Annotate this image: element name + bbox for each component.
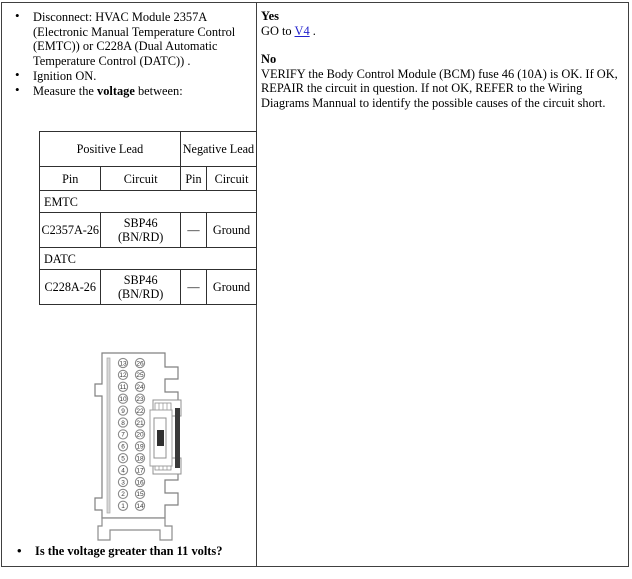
table-row: C228A-26 SBP46 (BN/RD) — Ground <box>38 269 257 305</box>
table-header-negative-lead: Negative Lead <box>179 131 258 167</box>
cell-positive-pin: C228A-26 <box>38 269 102 305</box>
list-item: Disconnect: HVAC Module 2357A (Electroni… <box>15 9 250 68</box>
pin-number-9: 9 <box>121 408 125 415</box>
yes-suffix: . <box>309 23 316 38</box>
test-step-list: Disconnect: HVAC Module 2357A (Electroni… <box>2 3 256 99</box>
pin-number-17: 17 <box>136 467 144 474</box>
pin-number-1: 1 <box>121 503 125 510</box>
step-text-measure: Measure the voltage between: <box>33 84 183 98</box>
outcome-spacer <box>261 38 622 52</box>
plain-text: between: <box>134 83 183 98</box>
plain-text: Measure the <box>33 83 97 98</box>
pin-number-10: 10 <box>119 396 127 403</box>
left-panel-test-actions: Disconnect: HVAC Module 2357A (Electroni… <box>2 3 258 566</box>
no-action-text: VERIFY the Body Control Module (BCM) fus… <box>261 66 618 110</box>
cell-negative-circuit: Ground <box>206 212 257 248</box>
cell-negative-circuit: Ground <box>206 269 257 305</box>
pin-number-23: 23 <box>136 396 144 403</box>
pin-number-5: 5 <box>121 456 125 463</box>
pin-number-3: 3 <box>121 479 125 486</box>
table-header-row-columns: Pin Circuit Pin Circuit <box>38 166 257 191</box>
pin-number-24: 24 <box>136 384 144 391</box>
question-text: Is the voltage greater than 11 volts? <box>17 543 222 559</box>
pin-number-18: 18 <box>136 456 144 463</box>
pin-number-26: 26 <box>136 360 144 367</box>
plain-text: Disconnect: HVAC Module 2357A (Electroni… <box>33 10 236 68</box>
pin-number-6: 6 <box>121 444 125 451</box>
emphasis-text: voltage <box>97 83 135 98</box>
link-v4[interactable]: V4 <box>295 24 310 38</box>
pin-number-14: 14 <box>136 503 144 510</box>
connector-pinout-diagram: 13 12 11 10 9 8 7 6 5 4 3 2 1 26 25 24 23 22 21 20 19 18 17 16 1… <box>90 348 190 542</box>
table-group-row: EMTC <box>39 190 257 213</box>
pin-number-4: 4 <box>121 467 125 474</box>
cell-positive-pin: C2357A-26 <box>38 212 102 248</box>
pin-number-16: 16 <box>136 479 144 486</box>
cell-positive-circuit: SBP46 (BN/RD) <box>100 269 181 305</box>
pin-number-8: 8 <box>121 420 125 427</box>
table-group-label-emtc: EMTC <box>39 190 257 213</box>
table-row: C2357A-26 SBP46 (BN/RD) — Ground <box>38 212 257 248</box>
pin-number-21: 21 <box>136 420 144 427</box>
pin-number-13: 13 <box>119 360 127 367</box>
yes-label: Yes <box>261 9 279 23</box>
table-header-row-groups: Positive Lead Negative Lead <box>39 131 258 167</box>
pin-number-22: 22 <box>136 408 144 415</box>
pin-number-2: 2 <box>121 491 125 498</box>
question-list: Is the voltage greater than 11 volts? <box>4 543 228 559</box>
table-header-pin-positive: Pin <box>38 166 102 191</box>
table-header-circuit-negative: Circuit <box>206 166 257 191</box>
right-panel-outcomes: Yes GO to V4 . No VERIFY the Body Contro… <box>258 3 628 566</box>
cell-positive-circuit: SBP46 (BN/RD) <box>100 212 181 248</box>
step-text-ignition: Ignition ON. <box>33 69 96 83</box>
list-item: Ignition ON. <box>15 68 250 84</box>
list-item: Measure the voltage between: <box>15 83 250 99</box>
pin-number-11: 11 <box>120 384 127 391</box>
no-label: No <box>261 52 277 67</box>
plain-text: Ignition ON. <box>33 68 97 83</box>
table-group-label-datc: DATC <box>39 247 257 270</box>
step-text-disconnect: Disconnect: HVAC Module 2357A (Electroni… <box>33 10 235 68</box>
pin-number-7: 7 <box>121 432 125 439</box>
pin-number-20: 20 <box>136 432 144 439</box>
pin-number-15: 15 <box>136 491 144 498</box>
cell-negative-pin: — <box>179 212 208 248</box>
table-header-circuit-positive: Circuit <box>100 166 181 191</box>
pin-number-19: 19 <box>136 444 144 451</box>
cell-negative-pin: — <box>179 269 208 305</box>
pin-number-25: 25 <box>136 372 144 379</box>
pin-number-12: 12 <box>119 372 127 379</box>
table-group-row: DATC <box>39 247 257 270</box>
lead-table: Positive Lead Negative Lead Pin Circuit … <box>38 131 258 305</box>
yes-action: GO to V4 . <box>261 24 622 39</box>
table-header-positive-lead: Positive Lead <box>39 131 181 167</box>
yes-prefix: GO to <box>261 23 295 38</box>
table-header-pin-negative: Pin <box>179 166 208 191</box>
